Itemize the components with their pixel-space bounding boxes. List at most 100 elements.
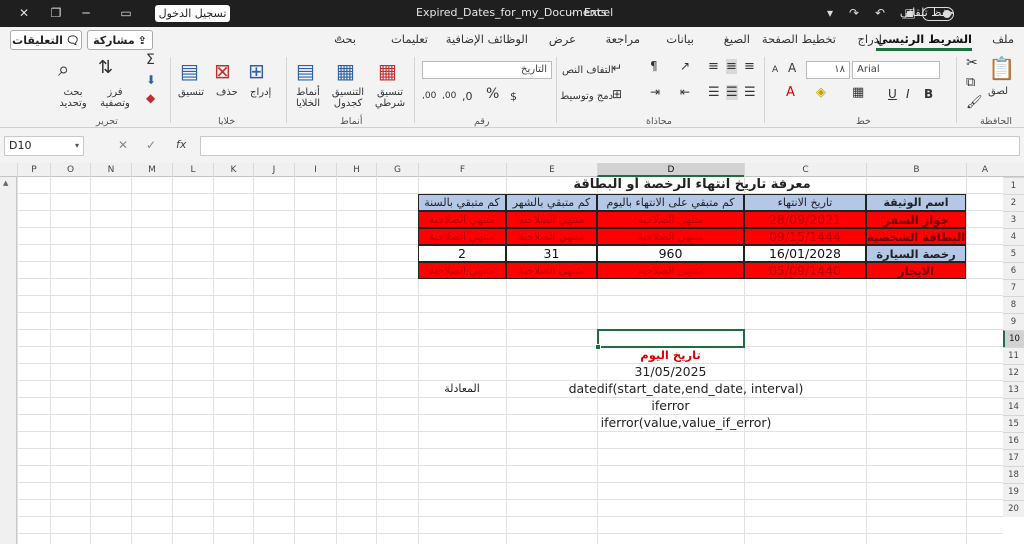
tab-file[interactable]: ملف xyxy=(992,32,1014,46)
table-cell[interactable]: منتهي الصلاحية xyxy=(418,262,506,279)
table-cell[interactable]: 05/09/1440 xyxy=(744,262,866,279)
bold-button[interactable]: B xyxy=(924,88,933,100)
clear-icon[interactable]: ◆ xyxy=(146,91,155,105)
underline-button[interactable]: U xyxy=(888,88,897,100)
row-header-6[interactable]: 6 xyxy=(1003,262,1024,279)
worksheet-grid[interactable]: معرفة تاريخ انتهاء الرخصة أو البطاقة اسم … xyxy=(17,177,1003,544)
delete-cells-icon[interactable]: ⊠ xyxy=(214,59,231,83)
text-direction-icon[interactable]: ¶ xyxy=(650,59,658,73)
table-cell[interactable]: 31 xyxy=(506,245,597,262)
scroll-up-icon[interactable]: ▲ xyxy=(3,179,8,187)
table-cell[interactable]: منتهي الصلاحية xyxy=(418,228,506,245)
table-cell[interactable]: منتهي الصلاحية xyxy=(597,262,744,279)
table-header[interactable]: كم متبقي بالشهر xyxy=(506,194,597,211)
sort-filter-button[interactable]: فرز وتصفية xyxy=(100,87,130,109)
wrap-text-icon[interactable]: ↵ xyxy=(612,61,622,75)
autosum-button[interactable]: Σ xyxy=(146,53,155,67)
formula-input[interactable] xyxy=(200,136,1020,156)
format-cells-icon[interactable]: ▤ xyxy=(180,59,199,83)
sign-in-button[interactable]: تسجيل الدخول xyxy=(155,5,230,22)
font-color-icon[interactable]: A xyxy=(786,85,795,100)
table-cell[interactable]: 09/15/1444 xyxy=(744,228,866,245)
row-header-13[interactable]: 13 xyxy=(1003,381,1024,398)
cancel-icon[interactable]: ✕ xyxy=(118,138,128,152)
table-cell[interactable]: 28/09/2021 xyxy=(744,211,866,228)
align-middle-icon[interactable]: ≡ xyxy=(726,59,737,74)
save-icon[interactable]: ▣ xyxy=(896,3,924,23)
align-top-icon[interactable]: ≡ xyxy=(744,59,755,74)
row-header-4[interactable]: 4 xyxy=(1003,228,1024,245)
percent-button[interactable]: % xyxy=(486,87,499,101)
find-select-button[interactable]: بحث وتحديد xyxy=(56,87,90,109)
align-bottom-icon[interactable]: ≡ xyxy=(708,59,719,74)
column-header-i[interactable]: I xyxy=(294,163,336,177)
today-value[interactable]: 31/05/2025 xyxy=(597,364,744,381)
orientation-icon[interactable]: ↗ xyxy=(680,59,690,73)
tab-view[interactable]: عرض xyxy=(549,32,576,46)
customize-quick-access-icon[interactable]: ▾ xyxy=(816,3,844,23)
align-right-icon[interactable]: ☰ xyxy=(744,85,756,100)
search-icon[interactable]: ⌕ xyxy=(336,31,342,46)
sheet-title[interactable]: معرفة تاريخ انتهاء الرخصة أو البطاقة xyxy=(418,177,966,194)
increase-font-icon[interactable]: A xyxy=(788,62,796,74)
tab-insert[interactable]: إدراج xyxy=(858,32,883,46)
accounting-format-icon[interactable]: $ xyxy=(510,91,517,102)
insert-cells-button[interactable]: إدراج xyxy=(250,87,271,98)
conditional-format-icon[interactable]: ▦ xyxy=(378,59,397,83)
table-header[interactable]: اسم الوثيقة xyxy=(866,194,966,211)
table-cell[interactable]: 2 xyxy=(418,245,506,262)
column-header-j[interactable]: J xyxy=(253,163,294,177)
undo-icon[interactable]: ↶ xyxy=(866,3,894,23)
row-header-5[interactable]: 5 xyxy=(1003,245,1024,262)
copy-icon[interactable]: ⧉ xyxy=(966,75,975,90)
restore-icon[interactable]: ❐ xyxy=(42,3,70,23)
tab-data[interactable]: بيانات xyxy=(666,32,694,46)
increase-decimal-button[interactable]: ,00 xyxy=(422,91,436,102)
table-cell[interactable]: منتهي الصلاحية xyxy=(506,262,597,279)
indent-icon[interactable]: ⇤ xyxy=(680,85,690,99)
minimize-icon[interactable]: ─ xyxy=(72,3,100,23)
close-icon[interactable]: ✕ xyxy=(10,3,38,23)
number-format-select[interactable]: التاريخ xyxy=(422,61,552,79)
autosave-toggle[interactable] xyxy=(922,7,954,21)
table-cell[interactable]: منتهي الصلاحية xyxy=(597,211,744,228)
cell-styles-icon[interactable]: ▤ xyxy=(296,59,315,83)
row-header-12[interactable]: 12 xyxy=(1003,364,1024,381)
column-header-a[interactable]: A xyxy=(966,163,1003,177)
table-cell[interactable]: منتهي الصلاحية xyxy=(506,228,597,245)
ribbon-display-icon[interactable]: ▭ xyxy=(112,3,140,23)
cell-styles-button[interactable]: أنماط الخلايا xyxy=(292,87,324,109)
decrease-font-icon[interactable]: A xyxy=(772,65,778,76)
column-header-c[interactable]: C xyxy=(744,163,866,177)
column-header-p[interactable]: P xyxy=(17,163,50,177)
row-header-2[interactable]: 2 xyxy=(1003,194,1024,211)
table-header[interactable]: كم متبقي بالسنة xyxy=(418,194,506,211)
row-header-20[interactable]: 20 xyxy=(1003,500,1024,517)
table-cell[interactable]: منتهي الصلاحية xyxy=(418,211,506,228)
fill-icon[interactable]: ⬇ xyxy=(146,73,156,87)
merge-center-button[interactable]: دمج وتوسيط xyxy=(560,91,613,102)
row-header-11[interactable]: 11 xyxy=(1003,347,1024,364)
tab-home[interactable]: الشريط الرئيسي xyxy=(876,32,972,51)
comments-button[interactable]: التعليقات 🗨 xyxy=(10,30,82,50)
fill-color-icon[interactable]: ◈ xyxy=(816,85,826,100)
decrease-decimal-button[interactable]: ,00 xyxy=(442,91,456,102)
row-header-3[interactable]: 3 xyxy=(1003,211,1024,228)
row-header-17[interactable]: 17 xyxy=(1003,449,1024,466)
redo-icon[interactable]: ↷ xyxy=(840,3,868,23)
column-header-e[interactable]: E xyxy=(506,163,597,177)
wrap-text-button[interactable]: التفاف النص xyxy=(562,65,614,76)
cut-icon[interactable]: ✂ xyxy=(966,55,978,71)
merge-center-icon[interactable]: ⊞ xyxy=(612,87,622,101)
row-header-9[interactable]: 9 xyxy=(1003,313,1024,330)
format-cells-button[interactable]: تنسيق xyxy=(178,87,204,98)
column-header-o[interactable]: O xyxy=(50,163,90,177)
row-header-19[interactable]: 19 xyxy=(1003,483,1024,500)
table-header[interactable]: تاريخ الانتهاء xyxy=(744,194,866,211)
table-cell[interactable]: رخصة السيارة xyxy=(866,245,966,262)
column-header-n[interactable]: N xyxy=(90,163,131,177)
table-cell[interactable]: جواز السفر xyxy=(866,211,966,228)
font-name-input[interactable]: Arial xyxy=(852,61,940,79)
today-label[interactable]: تاريخ اليوم xyxy=(597,347,744,364)
comma-style-button[interactable]: ,0 xyxy=(462,91,473,102)
